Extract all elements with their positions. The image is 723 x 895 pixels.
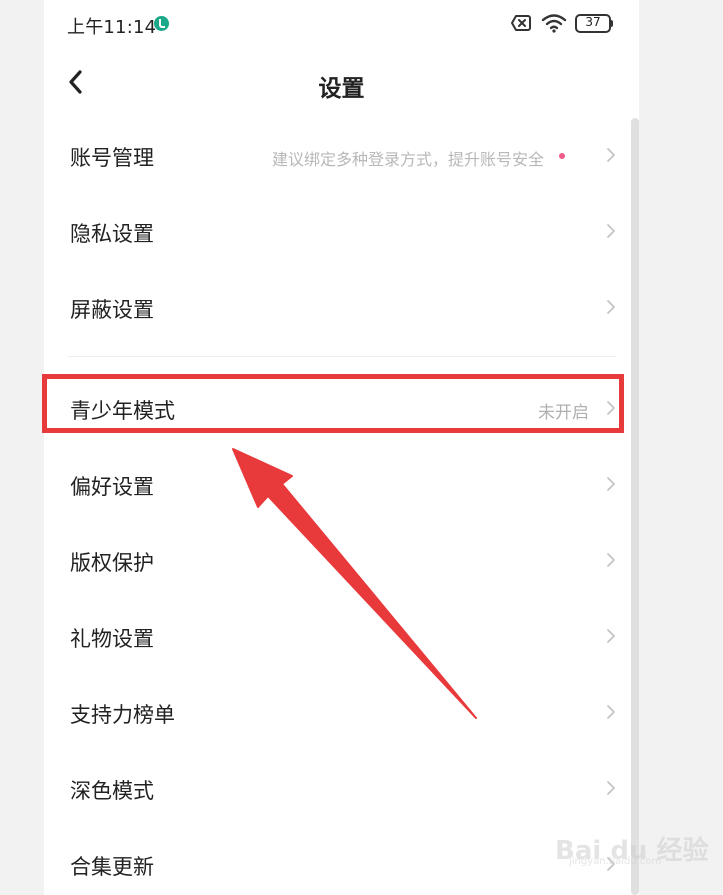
- settings-item-label: 青少年模式: [70, 399, 175, 423]
- chevron-right-icon: [607, 401, 615, 415]
- settings-item-hint: 建议绑定多种登录方式，提升账号安全: [271, 150, 544, 169]
- chevron-right-icon: [607, 629, 615, 643]
- settings-item-label: 账号管理: [70, 146, 154, 170]
- status-time: 上午11:14: [67, 17, 157, 38]
- chevron-right-icon: [607, 553, 615, 567]
- chevron-right-icon: [607, 781, 615, 795]
- settings-item-label: 偏好设置: [70, 475, 154, 499]
- settings-item-teen-mode[interactable]: 青少年模式 未开启: [44, 371, 624, 447]
- phone-screen: 上午11:14 37 设置 账号管理 建议绑定多种登录方式，提升账号安全 隐私设…: [44, 0, 639, 895]
- scrollbar[interactable]: [631, 118, 639, 895]
- settings-item-label: 支持力榜单: [70, 703, 175, 727]
- page-title: 设置: [318, 76, 365, 102]
- wifi-icon: [541, 14, 567, 33]
- settings-item-block[interactable]: 屏蔽设置: [44, 270, 624, 346]
- settings-item-support-ranking[interactable]: 支持力榜单: [44, 675, 624, 751]
- settings-item-label: 屏蔽设置: [70, 298, 154, 322]
- settings-item-preferences[interactable]: 偏好设置: [44, 447, 624, 523]
- battery-level: 37: [585, 15, 601, 29]
- settings-item-label: 合集更新: [70, 855, 154, 879]
- settings-item-label: 礼物设置: [70, 627, 154, 651]
- chevron-right-icon: [607, 148, 615, 162]
- chevron-right-icon: [607, 300, 615, 314]
- chevron-right-icon: [607, 477, 615, 491]
- settings-item-label: 隐私设置: [70, 222, 154, 246]
- chevron-right-icon: [607, 705, 615, 719]
- status-bar: 上午11:14 37: [44, 0, 639, 50]
- battery-icon: 37: [575, 14, 613, 33]
- settings-item-label: 版权保护: [70, 551, 154, 575]
- notification-dot: [559, 153, 565, 159]
- phone-call-icon: [154, 16, 169, 31]
- chevron-right-icon: [607, 857, 615, 871]
- settings-item-dark-mode[interactable]: 深色模式: [44, 751, 624, 827]
- section-divider: [68, 356, 616, 357]
- settings-item-label: 深色模式: [70, 779, 154, 803]
- no-sim-icon: [511, 15, 531, 31]
- settings-item-copyright[interactable]: 版权保护: [44, 523, 624, 599]
- settings-item-gifts[interactable]: 礼物设置: [44, 599, 624, 675]
- settings-item-account[interactable]: 账号管理 建议绑定多种登录方式，提升账号安全: [44, 118, 624, 194]
- teen-mode-status: 未开启: [538, 403, 589, 423]
- nav-bar: 设置: [44, 55, 639, 115]
- chevron-right-icon: [607, 224, 615, 238]
- settings-item-privacy[interactable]: 隐私设置: [44, 194, 624, 270]
- settings-item-collection-updates[interactable]: 合集更新: [44, 827, 624, 895]
